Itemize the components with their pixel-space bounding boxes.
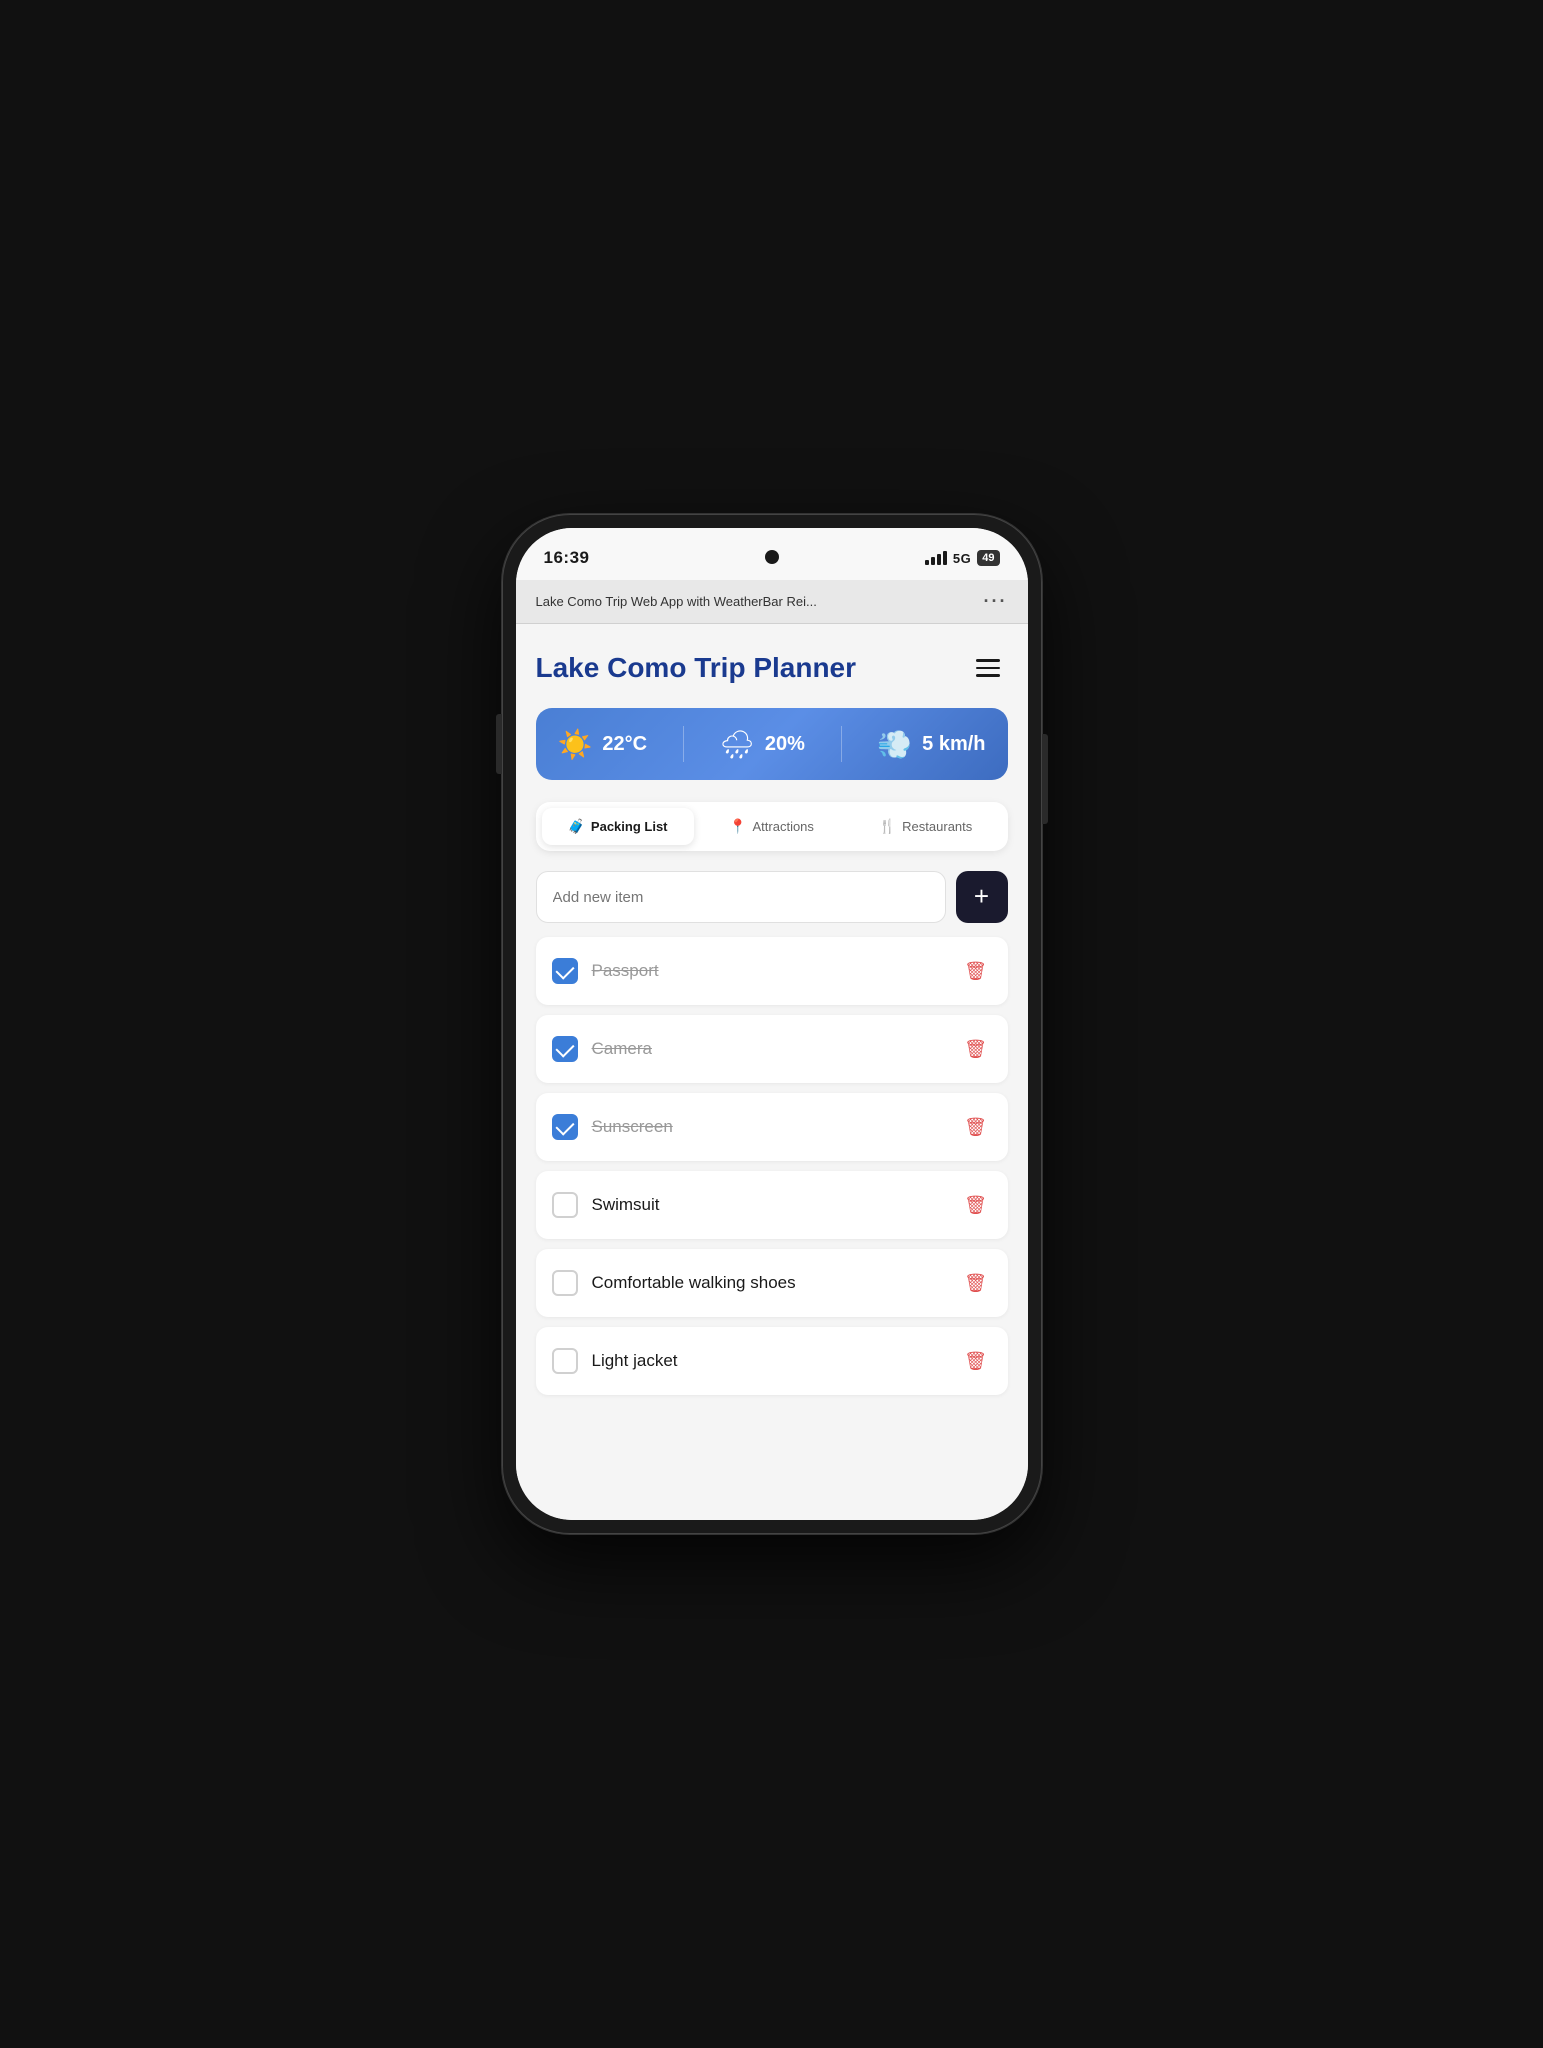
restaurants-icon: 🍴 [879,818,896,835]
tab-packing-list[interactable]: 🧳 Packing List [542,808,694,845]
packing-list: Passport 🗑 Camera 🗑 Sunscreen [536,937,1008,1395]
delete-button-2[interactable]: 🗑 [960,1033,992,1065]
item-checkbox-4[interactable] [552,1192,578,1218]
item-checkbox-3[interactable] [552,1114,578,1140]
signal-bars [925,551,947,565]
battery-indicator: 49 [977,550,999,566]
hamburger-line-2 [976,667,1000,670]
weather-wind-item: 💨 5 km/h [877,728,985,761]
app-header: Lake Como Trip Planner [536,648,1008,688]
sun-icon: ☀️ [558,728,593,761]
item-label-5: Comfortable walking shoes [592,1273,946,1293]
wind-icon: 💨 [877,728,912,761]
packing-icon: 🧳 [567,818,584,835]
list-item: Comfortable walking shoes 🗑 [536,1249,1008,1317]
trash-icon-4: 🗑 [964,1195,987,1216]
status-bar: 16:39 5G 49 [516,528,1028,580]
app-title: Lake Como Trip Planner [536,651,968,685]
tab-attractions-label: Attractions [753,819,814,834]
plus-icon: + [974,883,989,909]
list-item: Swimsuit 🗑 [536,1171,1008,1239]
list-item: Passport 🗑 [536,937,1008,1005]
weather-temp: 22°C [602,733,647,756]
tab-packing-label: Packing List [591,819,668,834]
camera-indicator [765,550,779,564]
item-checkbox-2[interactable] [552,1036,578,1062]
list-item: Camera 🗑 [536,1015,1008,1083]
add-item-input[interactable] [536,871,946,923]
tab-restaurants[interactable]: 🍴 Restaurants [850,808,1002,845]
add-item-button[interactable]: + [956,871,1008,923]
delete-button-4[interactable]: 🗑 [960,1189,992,1221]
tabs-container: 🧳 Packing List 📍 Attractions 🍴 Restauran… [536,802,1008,851]
hamburger-button[interactable] [968,648,1008,688]
trash-icon-3: 🗑 [964,1117,987,1138]
weather-temp-item: ☀️ 22°C [558,728,648,761]
item-checkbox-5[interactable] [552,1270,578,1296]
weather-wind: 5 km/h [922,733,985,756]
item-checkbox-6[interactable] [552,1348,578,1374]
list-item: Light jacket 🗑 [536,1327,1008,1395]
delete-button-1[interactable]: 🗑 [960,955,992,987]
item-label-6: Light jacket [592,1351,946,1371]
weather-bar: ☀️ 22°C 🌧 20% 💨 5 km/h [536,708,1008,780]
status-right: 5G 49 [925,550,1000,566]
add-item-row: + [536,871,1008,923]
browser-menu-dots[interactable]: ··· [984,591,1008,612]
signal-bar-4 [943,551,947,565]
attractions-icon: 📍 [729,818,746,835]
trash-icon-1: 🗑 [964,961,987,982]
delete-button-5[interactable]: 🗑 [960,1267,992,1299]
rain-icon: 🌧 [719,728,755,761]
weather-divider-1 [683,726,684,762]
hamburger-line-3 [976,674,1000,677]
list-item: Sunscreen 🗑 [536,1093,1008,1161]
phone-frame: 16:39 5G 49 Lake Como Trip Web App with … [502,514,1042,1534]
trash-icon-2: 🗑 [964,1039,987,1060]
hamburger-line-1 [976,659,1000,662]
item-label-4: Swimsuit [592,1195,946,1215]
weather-rain-item: 🌧 20% [719,728,805,761]
status-time: 16:39 [544,548,590,568]
item-checkbox-1[interactable] [552,958,578,984]
signal-bar-2 [931,557,935,565]
signal-bar-3 [937,554,941,565]
item-label-2: Camera [592,1039,946,1059]
delete-button-3[interactable]: 🗑 [960,1111,992,1143]
browser-bar: Lake Como Trip Web App with WeatherBar R… [516,580,1028,624]
trash-icon-6: 🗑 [964,1351,987,1372]
tab-restaurants-label: Restaurants [902,819,972,834]
browser-url: Lake Como Trip Web App with WeatherBar R… [536,594,984,609]
trash-icon-5: 🗑 [964,1273,987,1294]
signal-bar-1 [925,560,929,565]
network-type: 5G [953,551,971,566]
phone-screen: 16:39 5G 49 Lake Como Trip Web App with … [516,528,1028,1520]
app-content: Lake Como Trip Planner ☀️ 22°C 🌧 20% [516,624,1028,1520]
weather-divider-2 [841,726,842,762]
item-label-1: Passport [592,961,946,981]
item-label-3: Sunscreen [592,1117,946,1137]
tab-attractions[interactable]: 📍 Attractions [696,808,848,845]
weather-rain: 20% [765,733,805,756]
delete-button-6[interactable]: 🗑 [960,1345,992,1377]
